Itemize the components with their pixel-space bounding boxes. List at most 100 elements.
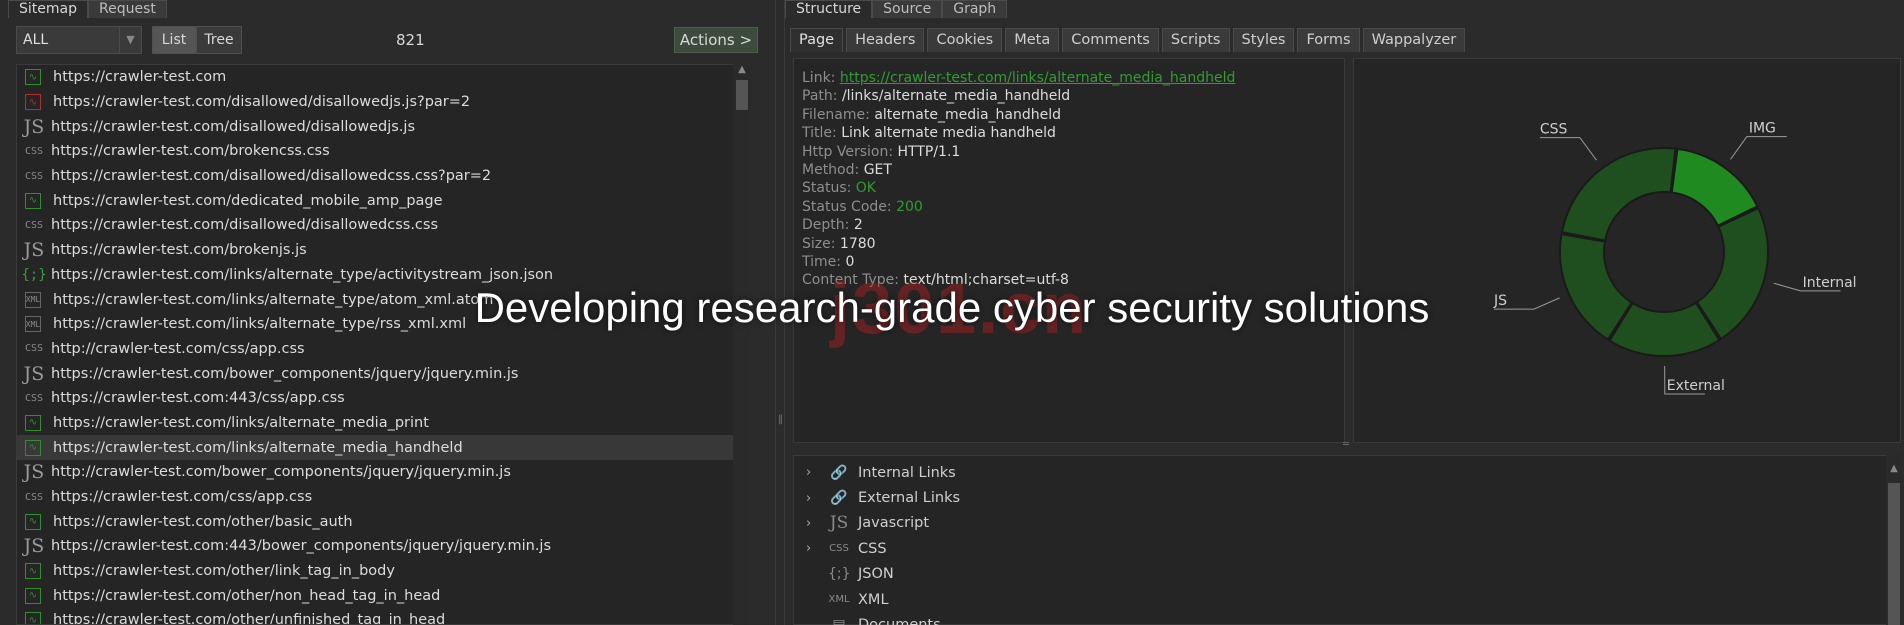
info-key: Method: xyxy=(802,161,860,178)
url-list-item[interactable]: ∿ https://crawler-test.com/other/link_tag… xyxy=(17,559,747,584)
chevron-down-icon[interactable]: ▼ xyxy=(119,27,141,53)
url-list-item[interactable]: CSS https://crawler-test.com/css/app.css xyxy=(17,485,747,510)
subtab-wappalyzer[interactable]: Wappalyzer xyxy=(1362,28,1466,52)
url-text: https://crawler-test.com/other/unfinishe… xyxy=(53,612,446,625)
subtab-styles[interactable]: Styles xyxy=(1232,28,1295,52)
horizontal-splitter[interactable]: ═ xyxy=(793,439,1901,453)
tree-view-button[interactable]: Tree xyxy=(196,26,242,54)
subtab-comments[interactable]: Comments xyxy=(1062,28,1159,52)
html-file-icon: ∿ xyxy=(25,192,41,209)
js-file-icon: JS xyxy=(23,115,45,138)
info-key: Path: xyxy=(802,88,838,105)
tab-request[interactable]: Request xyxy=(87,0,167,18)
url-list-item[interactable]: JS https://crawler-test.com/disallowed/di… xyxy=(17,114,747,139)
scrollbar-thumb[interactable] xyxy=(736,80,748,110)
css-file-icon: CSS xyxy=(24,145,44,157)
chevron-right-icon[interactable]: › xyxy=(806,516,820,531)
url-list-item[interactable]: CSS https://crawler-test.com/brokencss.cs… xyxy=(17,139,747,164)
tree-scrollbar[interactable]: ▲ xyxy=(1886,455,1902,625)
info-link-row: Link: https://crawler-test.com/links/alt… xyxy=(802,69,1344,87)
tree-item[interactable]: › 🔗 External Links xyxy=(794,485,1900,510)
url-list: ∿ https://crawler-test.com ∿ https://crawle… xyxy=(16,64,748,625)
url-text: http://crawler-test.com/bower_components… xyxy=(51,464,511,481)
url-list-item[interactable]: ∿ https://crawler-test.com/dedicated_mobi… xyxy=(17,188,747,213)
doc-icon: ▤ xyxy=(828,617,850,625)
info-depth-row: Depth: 2 xyxy=(802,216,1344,234)
url-list-item[interactable]: JS https://crawler-test.com:443/bower_com… xyxy=(17,534,747,559)
chevron-right-icon[interactable]: › xyxy=(806,465,820,480)
status-value: OK xyxy=(855,180,876,197)
js-file-icon: JS xyxy=(23,239,45,262)
url-list-item[interactable]: ∿ https://crawler-test.com/links/alternat… xyxy=(17,411,747,436)
tree-item[interactable]: › JS Javascript xyxy=(794,511,1900,536)
video-caption: Developing research-grade cyber security… xyxy=(474,284,1430,331)
css-file-icon: CSS xyxy=(24,392,44,404)
url-text: https://crawler-test.com/other/link_tag_… xyxy=(53,563,395,580)
url-text: https://crawler-test.com/brokenjs.js xyxy=(51,242,307,259)
url-text: https://crawler-test.com/css/app.css xyxy=(51,489,313,506)
donut-label: IMG xyxy=(1749,121,1776,137)
scrollbar-thumb[interactable] xyxy=(1888,483,1900,625)
url-list-item[interactable]: ∿ https://crawler-test.com/other/non_head… xyxy=(17,583,747,608)
info-status-row: Status: OK xyxy=(802,179,1344,197)
list-view-button[interactable]: List xyxy=(152,26,196,54)
tab-graph[interactable]: Graph xyxy=(942,0,1008,18)
donut-label: External xyxy=(1667,378,1725,394)
filter-select[interactable]: ALL ▼ xyxy=(16,26,142,54)
donut-slice-css[interactable] xyxy=(1560,147,1677,242)
info-value: GET xyxy=(863,161,892,178)
js-file-icon: JS xyxy=(23,535,45,558)
left-tabbar: Sitemap Request xyxy=(8,0,167,18)
url-list-scrollbar[interactable]: ▲ xyxy=(733,64,751,625)
tree-item[interactable]: {;} JSON xyxy=(794,562,1900,587)
json-icon: {;} xyxy=(828,566,851,583)
subtab-page[interactable]: Page xyxy=(790,28,844,52)
url-list-item[interactable]: CSS https://crawler-test.com:443/css/app.… xyxy=(17,386,747,411)
url-list-item[interactable]: CSS https://crawler-test.com/disallowed/d… xyxy=(17,164,747,189)
js-icon: JS xyxy=(829,513,849,534)
splitter-grip-icon: ‖ xyxy=(778,414,783,425)
page-info-panel: Link: https://crawler-test.com/links/alt… xyxy=(793,58,1345,443)
info-key: Status Code: xyxy=(802,198,892,215)
donut-leader-line xyxy=(1730,136,1787,160)
scroll-up-icon[interactable]: ▲ xyxy=(1886,463,1902,474)
url-text: https://crawler-test.com/links/alternate… xyxy=(53,439,463,456)
html-file-icon: ∿ xyxy=(25,439,41,456)
url-list-item[interactable]: ∿ https://crawler-test.com/links/alternat… xyxy=(17,435,747,460)
url-list-item[interactable]: JS https://crawler-test.com/brokenjs.js xyxy=(17,238,747,263)
url-list-item[interactable]: CSS http://crawler-test.com/css/app.css xyxy=(17,337,747,362)
right-tabbar: Structure Source Graph xyxy=(785,0,1008,18)
url-list-item[interactable]: JS https://crawler-test.com/bower_compone… xyxy=(17,361,747,386)
url-text: https://crawler-test.com/brokencss.css xyxy=(51,143,330,160)
info-value: Link alternate media handheld xyxy=(841,125,1056,142)
tree-item[interactable]: › CSS CSS xyxy=(794,536,1900,561)
page-link[interactable]: https://crawler-test.com/links/alternate… xyxy=(840,70,1236,86)
url-list-item[interactable]: ∿ https://crawler-test.com/other/unfinish… xyxy=(17,608,747,625)
tab-sitemap[interactable]: Sitemap xyxy=(8,0,88,18)
tree-item[interactable]: › 🔗 Internal Links xyxy=(794,460,1900,485)
subtab-forms[interactable]: Forms xyxy=(1297,28,1360,52)
subtab-headers[interactable]: Headers xyxy=(846,28,925,52)
chevron-right-icon[interactable]: › xyxy=(806,541,820,556)
url-text: https://crawler-test.com:443/bower_compo… xyxy=(51,538,552,555)
url-text: https://crawler-test.com/other/basic_aut… xyxy=(53,513,353,530)
tree-item[interactable]: XML XML xyxy=(794,587,1900,612)
url-list-item[interactable]: CSS https://crawler-test.com/disallowed/d… xyxy=(17,213,747,238)
chevron-right-icon[interactable]: › xyxy=(806,491,820,506)
url-list-item[interactable]: ∿ https://crawler-test.com xyxy=(17,65,747,90)
url-list-item[interactable]: ∿ https://crawler-test.com/other/basic_au… xyxy=(17,509,747,534)
subtab-scripts[interactable]: Scripts xyxy=(1161,28,1230,52)
info-key: Filename: xyxy=(802,106,870,123)
url-list-item[interactable]: ∿ https://crawler-test.com/disallowed/dis… xyxy=(17,90,747,115)
url-list-item[interactable]: JS http://crawler-test.com/bower_componen… xyxy=(17,460,747,485)
tab-source[interactable]: Source xyxy=(872,0,943,18)
scroll-up-icon[interactable]: ▲ xyxy=(733,64,751,78)
tree-item-label: JSON xyxy=(858,566,894,583)
tab-structure[interactable]: Structure xyxy=(785,0,873,18)
tree-item-label: XML xyxy=(858,591,889,608)
subtab-cookies[interactable]: Cookies xyxy=(927,28,1003,52)
actions-button[interactable]: Actions > xyxy=(674,27,758,53)
link-icon: 🔗 xyxy=(830,490,848,507)
subtab-meta[interactable]: Meta xyxy=(1005,28,1060,52)
tree-item[interactable]: ▤ Documents xyxy=(794,612,1900,625)
